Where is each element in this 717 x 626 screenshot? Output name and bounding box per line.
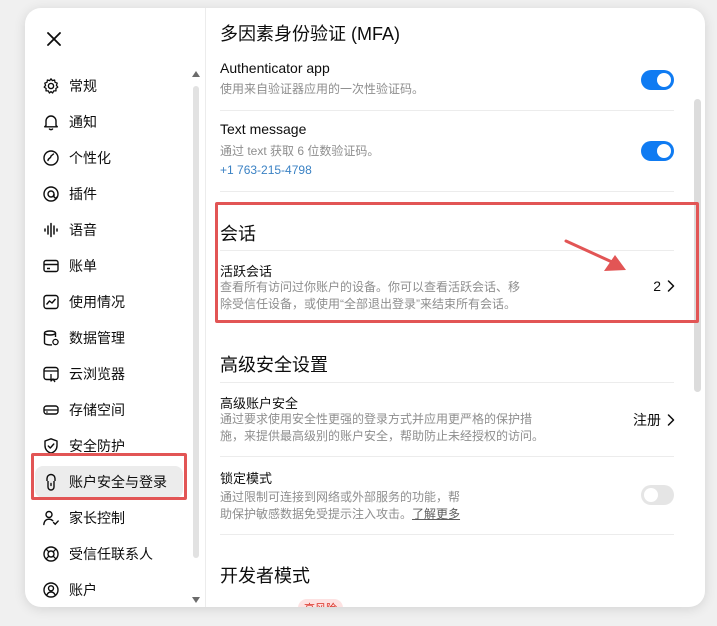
advanced-security-section-title: 高级安全设置 [220, 355, 328, 375]
parental-control-icon [41, 508, 61, 528]
sidebar-item-label: 通知 [69, 114, 97, 130]
sidebar-item-account[interactable]: 账户 [35, 574, 183, 606]
trusted-contact-icon [41, 544, 61, 564]
authenticator-app-title: Authenticator app [220, 60, 330, 76]
sidebar-item-label: 个性化 [69, 150, 111, 166]
lockdown-mode-desc-line2: 助保护敏感数据免受提示注入攻击。 [220, 507, 413, 521]
billing-card-icon [41, 256, 61, 276]
mfa-section-title: 多因素身份验证 (MFA) [220, 24, 400, 44]
lockdown-mode-desc-line2-wrap: 助保护敏感数据免受提示注入攻击。了解更多 [220, 506, 460, 523]
voice-wave-icon [41, 220, 61, 240]
active-sessions-open-button[interactable]: 2 [653, 278, 675, 294]
authenticator-app-desc: 使用来自验证器应用的一次性验证码。 [220, 82, 425, 96]
text-message-toggle[interactable] [641, 141, 674, 161]
sidebar-item-label: 语音 [69, 222, 97, 238]
sidebar-item-plugins[interactable]: 插件 [35, 178, 183, 210]
cloud-browser-icon [41, 364, 61, 384]
lock-account-icon [41, 472, 61, 492]
bell-icon [41, 112, 61, 132]
sidebar-item-storage[interactable]: 存储空间 [35, 394, 183, 426]
sidebar-item-voice[interactable]: 语音 [35, 214, 183, 246]
settings-content: 多因素身份验证 (MFA) Authenticator app 使用来自验证器应… [206, 8, 705, 607]
sidebar-scrollbar[interactable] [193, 86, 199, 558]
text-message-phone[interactable]: +1 763-215-4798 [220, 163, 312, 177]
row-divider [220, 110, 674, 111]
settings-dialog: 常规 通知 个性化 插件 语音 账单 使用情况 数据管理 云浏览器 存储空间 安… [25, 8, 705, 607]
sidebar-item-general[interactable]: 常规 [35, 70, 183, 102]
sidebar-item-security-protection[interactable]: 安全防护 [35, 430, 183, 462]
text-message-desc: 通过 text 获取 6 位数验证码。 [220, 144, 380, 158]
advanced-account-security-enroll-button[interactable]: 注册 [633, 410, 675, 430]
high-risk-badge: 高风险 [298, 599, 343, 607]
personalization-icon [41, 148, 61, 168]
sidebar-item-parental-controls[interactable]: 家长控制 [35, 502, 183, 534]
plugin-icon [41, 184, 61, 204]
lockdown-mode-toggle[interactable] [641, 485, 674, 505]
sidebar-item-label: 插件 [69, 186, 97, 202]
sidebar-scroll-down-arrow[interactable] [192, 596, 200, 604]
sidebar-item-label: 安全防护 [69, 438, 125, 454]
close-button[interactable] [41, 26, 67, 52]
sidebar-item-label: 账单 [69, 258, 97, 274]
row-divider [220, 250, 674, 251]
content-scrollbar[interactable] [694, 99, 701, 392]
sidebar-item-account-security-login[interactable]: 账户安全与登录 [35, 466, 183, 498]
authenticator-app-toggle[interactable] [641, 70, 674, 90]
usage-chart-icon [41, 292, 61, 312]
account-user-icon [41, 580, 61, 600]
storage-drive-icon [41, 400, 61, 420]
active-sessions-desc-line1: 查看所有访问过你账户的设备。你可以查看活跃会话、移 [220, 280, 521, 294]
sidebar-item-label: 账户安全与登录 [69, 474, 167, 490]
sidebar-item-label: 使用情况 [69, 294, 125, 310]
sidebar-item-trusted-contacts[interactable]: 受信任联系人 [35, 538, 183, 570]
lockdown-mode-desc-line1: 通过限制可连接到网络或外部服务的功能，帮 [220, 490, 461, 504]
sidebar-item-label: 常规 [69, 78, 97, 94]
sidebar-item-label: 数据管理 [69, 330, 125, 346]
gear-icon [41, 76, 61, 96]
chevron-right-icon [667, 414, 675, 426]
sidebar-item-cloud-browser[interactable]: 云浏览器 [35, 358, 183, 390]
sessions-section-title: 会话 [220, 224, 256, 244]
sidebar-item-billing[interactable]: 账单 [35, 250, 183, 282]
advanced-account-security-desc-line2: 施，来提供最高级别的账户安全，帮助防止未经授权的访问。 [220, 429, 545, 443]
enroll-label: 注册 [633, 412, 661, 428]
sidebar-item-label: 存储空间 [69, 402, 125, 418]
active-sessions-desc-line2: 除受信任设备，或使用“全部退出登录”来结束所有会话。 [220, 297, 516, 311]
sidebar-item-label: 家长控制 [69, 510, 125, 526]
advanced-account-security-desc-line1: 通过要求使用安全性更强的登录方式并应用更严格的保护措 [220, 412, 533, 426]
lockdown-mode-title: 锁定模式 [220, 471, 273, 486]
sidebar-item-data-management[interactable]: 数据管理 [35, 322, 183, 354]
close-icon [47, 32, 61, 46]
sidebar-scroll-up-arrow[interactable] [192, 70, 200, 78]
sidebar-item-personalization[interactable]: 个性化 [35, 142, 183, 174]
developer-mode-section-title: 开发者模式 [220, 566, 310, 586]
sidebar-item-label: 账户 [69, 582, 97, 598]
row-divider [220, 534, 674, 535]
row-divider [220, 191, 674, 192]
learn-more-link[interactable]: 了解更多 [412, 507, 460, 521]
sidebar-item-label: 云浏览器 [69, 366, 125, 382]
advanced-account-security-title: 高级账户安全 [220, 396, 299, 411]
row-divider [220, 382, 674, 383]
sidebar-item-notifications[interactable]: 通知 [35, 106, 183, 138]
row-divider [220, 456, 674, 457]
active-sessions-title: 活跃会话 [220, 264, 273, 279]
sidebar-item-label: 受信任联系人 [69, 546, 153, 562]
database-icon [41, 328, 61, 348]
text-message-title: Text message [220, 121, 307, 137]
chevron-right-icon [667, 280, 675, 292]
sidebar-item-usage[interactable]: 使用情况 [35, 286, 183, 318]
active-sessions-count: 2 [653, 278, 661, 294]
settings-sidebar: 常规 通知 个性化 插件 语音 账单 使用情况 数据管理 云浏览器 存储空间 安… [25, 8, 205, 607]
shield-check-icon [41, 436, 61, 456]
